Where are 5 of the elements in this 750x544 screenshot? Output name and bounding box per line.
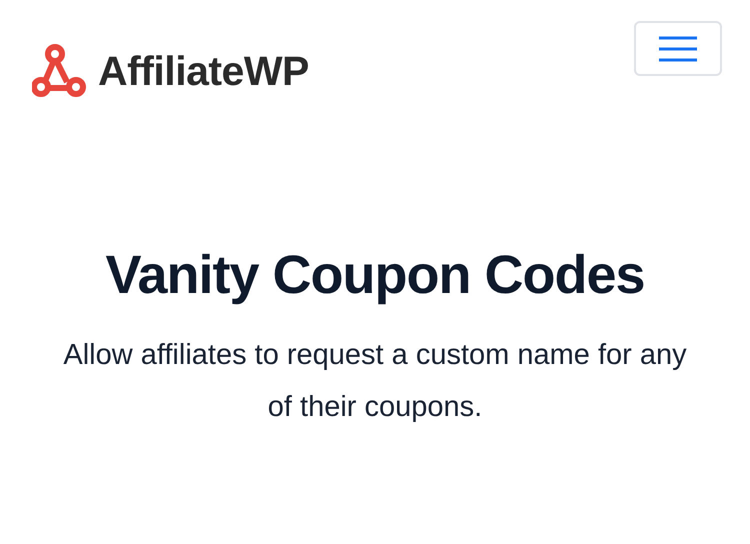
menu-button[interactable] [634, 21, 722, 76]
page-subtitle: Allow affiliates to request a custom name for any of their coupons. [62, 338, 688, 426]
menu-icon [659, 36, 697, 62]
page-title: Vanity Coupon Codes [105, 246, 645, 306]
logo-text: AffiliateWP [98, 50, 309, 92]
